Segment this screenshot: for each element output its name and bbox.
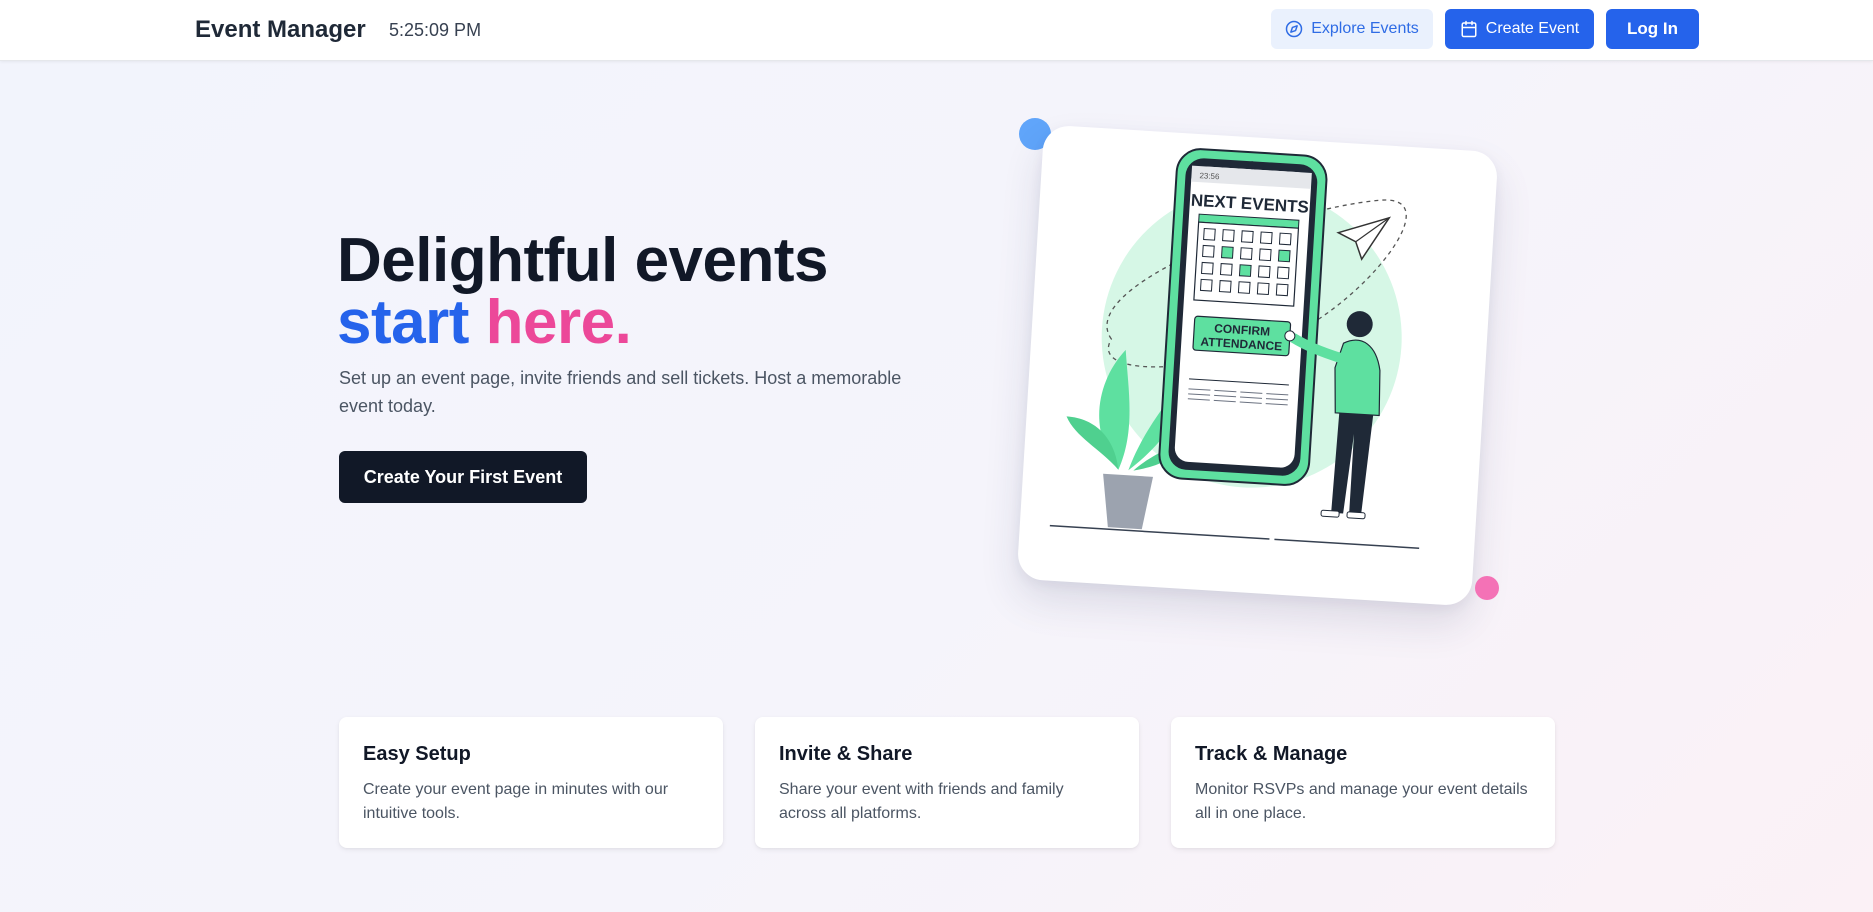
feature-description: Share your event with friends and family… bbox=[779, 781, 1064, 822]
feature-card-track-manage: Track & Manage Monitor RSVPs and manage … bbox=[1171, 717, 1555, 848]
calendar-cell bbox=[1239, 247, 1253, 260]
hero-subtitle: Set up an event page, invite friends and… bbox=[339, 368, 902, 416]
explore-events-label: Explore Events bbox=[1311, 20, 1419, 37]
calendar-cell bbox=[1276, 266, 1290, 280]
calendar-cell bbox=[1277, 249, 1291, 263]
feature-title: Track & Manage bbox=[1195, 743, 1348, 765]
event-app-illustration: 23:56 NEXT EVENTS CONFIRM ATTENDANCE bbox=[1049, 148, 1420, 549]
calendar-cell bbox=[1259, 231, 1273, 245]
brand-title[interactable]: Event Manager bbox=[195, 16, 366, 44]
hero-title-highlight: start here. bbox=[337, 288, 632, 358]
feature-description: Create your event page in minutes with o… bbox=[363, 781, 669, 822]
feature-description: Monitor RSVPs and manage your event deta… bbox=[1195, 781, 1528, 822]
calendar-cell bbox=[1275, 283, 1289, 297]
login-button[interactable]: Log In bbox=[1606, 9, 1699, 49]
phone-illustration: 23:56 NEXT EVENTS CONFIRM ATTENDANCE bbox=[1158, 148, 1328, 486]
hero-title: Delightful events bbox=[337, 226, 829, 295]
feature-title: Invite & Share bbox=[779, 743, 913, 765]
hero-illustration-card: 23:56 NEXT EVENTS CONFIRM ATTENDANCE bbox=[1016, 124, 1499, 607]
create-event-label: Create Event bbox=[1485, 20, 1580, 37]
calendar-cell bbox=[1199, 278, 1213, 292]
calendar-cell bbox=[1220, 246, 1234, 259]
create-first-event-button[interactable]: Create Your First Event bbox=[339, 451, 587, 503]
hero-word-start: start bbox=[337, 288, 469, 357]
calendar-icon bbox=[1460, 20, 1478, 38]
feature-card-invite-share: Invite & Share Share your event with fri… bbox=[755, 717, 1139, 848]
calendar-cell bbox=[1256, 282, 1270, 296]
calendar-cell bbox=[1257, 265, 1271, 279]
calendar-cell bbox=[1238, 264, 1252, 277]
calendar-cell bbox=[1218, 280, 1232, 293]
feature-title: Easy Setup bbox=[363, 743, 471, 765]
calendar-cell bbox=[1222, 229, 1235, 242]
calendar-cell bbox=[1203, 227, 1216, 241]
explore-events-button[interactable]: Explore Events bbox=[1271, 9, 1433, 49]
phone-time: 23:56 bbox=[1199, 171, 1220, 181]
calendar-cell bbox=[1200, 261, 1214, 275]
compass-icon bbox=[1285, 20, 1303, 38]
hero-word-here: here. bbox=[485, 288, 632, 357]
calendar-cell bbox=[1219, 263, 1233, 276]
calendar-cell bbox=[1237, 281, 1251, 294]
calendar-cell bbox=[1278, 232, 1292, 246]
calendar-cell bbox=[1258, 248, 1272, 262]
calendar-cell bbox=[1240, 230, 1254, 243]
top-navigation-bar: Event Manager 5:25:09 PM Explore Events … bbox=[0, 0, 1873, 61]
create-event-button[interactable]: Create Event bbox=[1445, 9, 1594, 49]
feature-card-easy-setup: Easy Setup Create your event page in min… bbox=[339, 717, 723, 848]
decorative-dot-pink bbox=[1475, 576, 1499, 600]
calendar-cell bbox=[1202, 244, 1215, 258]
current-time: 5:25:09 PM bbox=[389, 20, 482, 40]
